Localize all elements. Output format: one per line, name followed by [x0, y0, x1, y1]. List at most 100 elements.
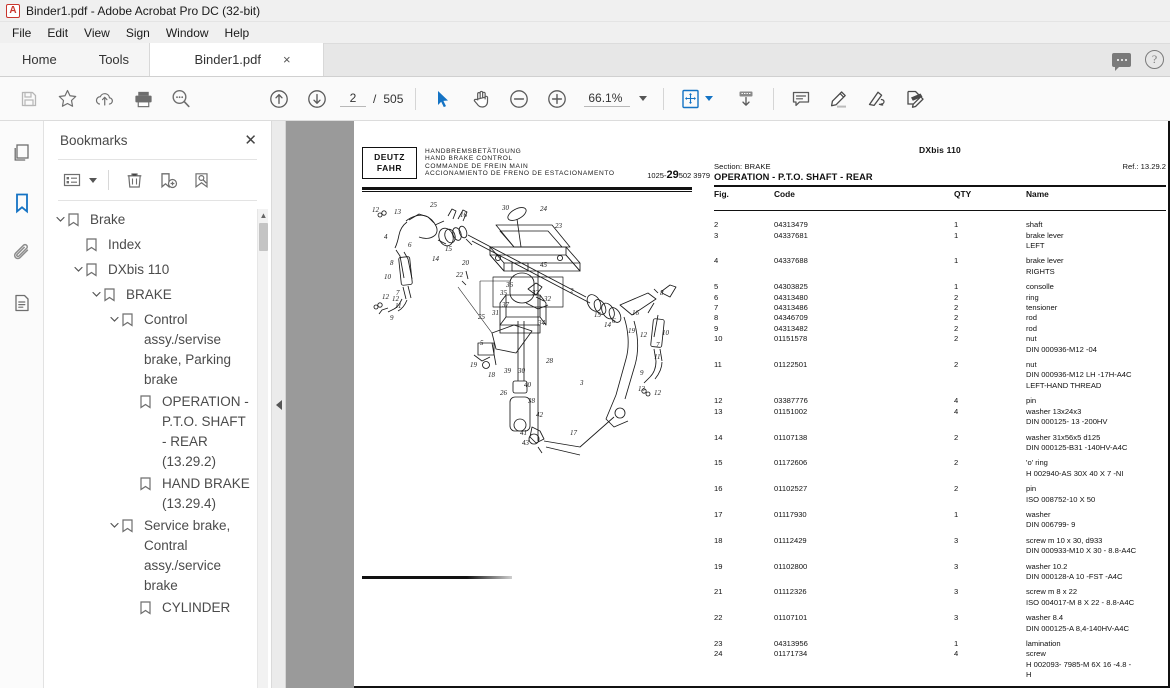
cell-code: 01151002	[774, 406, 808, 416]
svg-text:4: 4	[384, 233, 388, 241]
previous-page-icon[interactable]	[260, 80, 298, 118]
svg-text:42: 42	[536, 411, 544, 419]
bookmark-item[interactable]: HAND BRAKE (13.29.4)	[44, 473, 271, 515]
bookmark-options-chevron-down-icon[interactable]	[89, 177, 97, 183]
svg-text:25: 25	[430, 201, 438, 209]
chevron-down-icon[interactable]	[639, 96, 648, 101]
layers-icon[interactable]	[8, 289, 36, 317]
find-text-icon[interactable]	[162, 80, 200, 118]
bookmark-options-icon[interactable]	[58, 167, 86, 193]
fit-page-chevron-down-icon[interactable]	[705, 96, 714, 101]
bookmarks-panel: Bookmarks ✕ Brake Index DXbis 110 BRAKE …	[44, 121, 272, 688]
bookmark-item[interactable]: BRAKE	[44, 284, 271, 309]
table-row: 14 01107138 2 washer 31x56x5 d125	[714, 433, 1166, 443]
collapse-panel-button[interactable]	[272, 121, 286, 688]
cell-qty: 3	[954, 587, 959, 597]
twisty-spacer	[124, 598, 140, 604]
menu-edit[interactable]: Edit	[39, 24, 76, 42]
fill-and-sign-icon[interactable]	[896, 80, 934, 118]
add-comment-icon[interactable]	[782, 80, 820, 118]
cell-qty: 3	[954, 613, 959, 623]
chevron-down-icon[interactable]	[106, 310, 122, 323]
table-row: 7 04313486 2 tensioner	[714, 303, 1166, 313]
upload-to-cloud-icon[interactable]	[86, 80, 124, 118]
tab-document[interactable]: Binder1.pdf ×	[149, 43, 325, 76]
table-row: 18 01112429 3 screw m 10 x 30, d933	[714, 536, 1166, 546]
table-row: 4 04337688 1 brake lever	[714, 256, 1166, 266]
page-thumbnails-icon[interactable]	[8, 139, 36, 167]
svg-text:2: 2	[570, 287, 574, 295]
chevron-down-icon[interactable]	[70, 260, 86, 273]
find-bookmark-icon[interactable]	[188, 167, 216, 193]
print-icon[interactable]	[124, 80, 162, 118]
bookmarks-scrollbar[interactable]: ▲	[257, 209, 268, 688]
cell-code: 01102527	[774, 484, 808, 494]
menu-file[interactable]: File	[4, 24, 39, 42]
menu-help[interactable]: Help	[217, 24, 258, 42]
bookmark-item[interactable]: OPERATION - P.T.O. SHAFT - REAR (13.29.2…	[44, 391, 271, 473]
add-to-favorites-icon[interactable]	[48, 80, 86, 118]
bookmarks-icon[interactable]	[8, 189, 36, 217]
parts-table: DXbis 110 Section: BRAKE Ref.: 13.29.2 O…	[714, 145, 1166, 688]
tab-tools[interactable]: Tools	[78, 43, 150, 76]
cell-qty: 1	[954, 220, 959, 230]
bookmark-icon	[140, 392, 157, 415]
menu-sign[interactable]: Sign	[118, 24, 158, 42]
svg-text:37: 37	[501, 301, 510, 309]
zoom-out-icon[interactable]	[500, 80, 538, 118]
cell-code: 01107138	[774, 432, 808, 442]
caption-en: HAND BRAKE CONTROL	[425, 155, 513, 163]
highlight-text-icon[interactable]	[820, 80, 858, 118]
scroll-up-icon[interactable]: ▲	[258, 209, 269, 222]
bookmark-tree[interactable]: Brake Index DXbis 110 BRAKE Control assy./se…	[44, 201, 271, 688]
save-icon[interactable]	[10, 80, 48, 118]
bookmark-item[interactable]: Control assy./servise brake, Parking bra…	[44, 309, 271, 391]
menu-window[interactable]: Window	[158, 24, 217, 42]
bookmark-item[interactable]: Brake	[44, 209, 271, 234]
bookmark-item[interactable]: Index	[44, 234, 271, 259]
close-icon[interactable]: ✕	[244, 133, 257, 148]
next-page-icon[interactable]	[298, 80, 336, 118]
close-icon[interactable]: ×	[283, 53, 291, 66]
svg-text:43: 43	[522, 439, 530, 447]
menu-bar: File Edit View Sign Window Help	[0, 22, 1170, 44]
svg-text:22: 22	[456, 271, 464, 279]
part-ref-suffix: 502 3979	[678, 171, 710, 180]
table-row: 21 01112326 3 screw m 8 x 22	[714, 587, 1166, 597]
bookmark-item[interactable]: CYLINDER	[44, 597, 271, 622]
menu-view[interactable]: View	[76, 24, 118, 42]
part-ref-number: 29	[666, 169, 679, 181]
new-bookmark-icon[interactable]	[154, 167, 182, 193]
svg-text:30: 30	[517, 367, 526, 375]
scrollbar-thumb[interactable]	[258, 223, 268, 251]
chevron-down-icon[interactable]	[88, 285, 104, 298]
hand-tool-icon[interactable]	[462, 80, 500, 118]
bookmark-item[interactable]: Service brake, Contral assy./service bra…	[44, 515, 271, 597]
cell-qty: 1	[954, 256, 959, 266]
cell-code: 04313486	[774, 303, 808, 313]
table-row-subtext: DIN 000125-A 8,4-140HV-A4C	[1026, 623, 1129, 633]
current-page-input[interactable]: 2	[340, 91, 366, 107]
chevron-down-icon[interactable]	[52, 210, 68, 223]
select-cursor-icon[interactable]	[424, 80, 462, 118]
svg-text:14: 14	[604, 321, 612, 329]
comment-icon[interactable]	[1112, 52, 1131, 71]
draw-freehand-icon[interactable]	[858, 80, 896, 118]
table-header-row: Fig. Code QTY Name	[714, 189, 1166, 199]
attachments-icon[interactable]	[8, 239, 36, 267]
zoom-in-icon[interactable]	[538, 80, 576, 118]
cell-qty: 2	[954, 334, 959, 344]
delete-bookmark-icon[interactable]	[120, 167, 148, 193]
zoom-level-value[interactable]: 66.1%	[584, 91, 631, 107]
table-row: 3 04337681 1 brake lever	[714, 231, 1166, 241]
tab-home[interactable]: Home	[0, 43, 79, 76]
cell-name: nut	[1026, 334, 1037, 344]
cell-code: 01107101	[774, 613, 808, 623]
page-display-icon[interactable]	[727, 80, 765, 118]
table-row-subtext: RIGHTS	[1026, 266, 1055, 276]
bookmark-item[interactable]: DXbis 110	[44, 259, 271, 284]
help-icon[interactable]: ?	[1145, 50, 1164, 69]
drawing-rule-top	[362, 187, 692, 190]
cell-name: brake lever	[1026, 230, 1064, 240]
chevron-down-icon[interactable]	[106, 516, 122, 529]
